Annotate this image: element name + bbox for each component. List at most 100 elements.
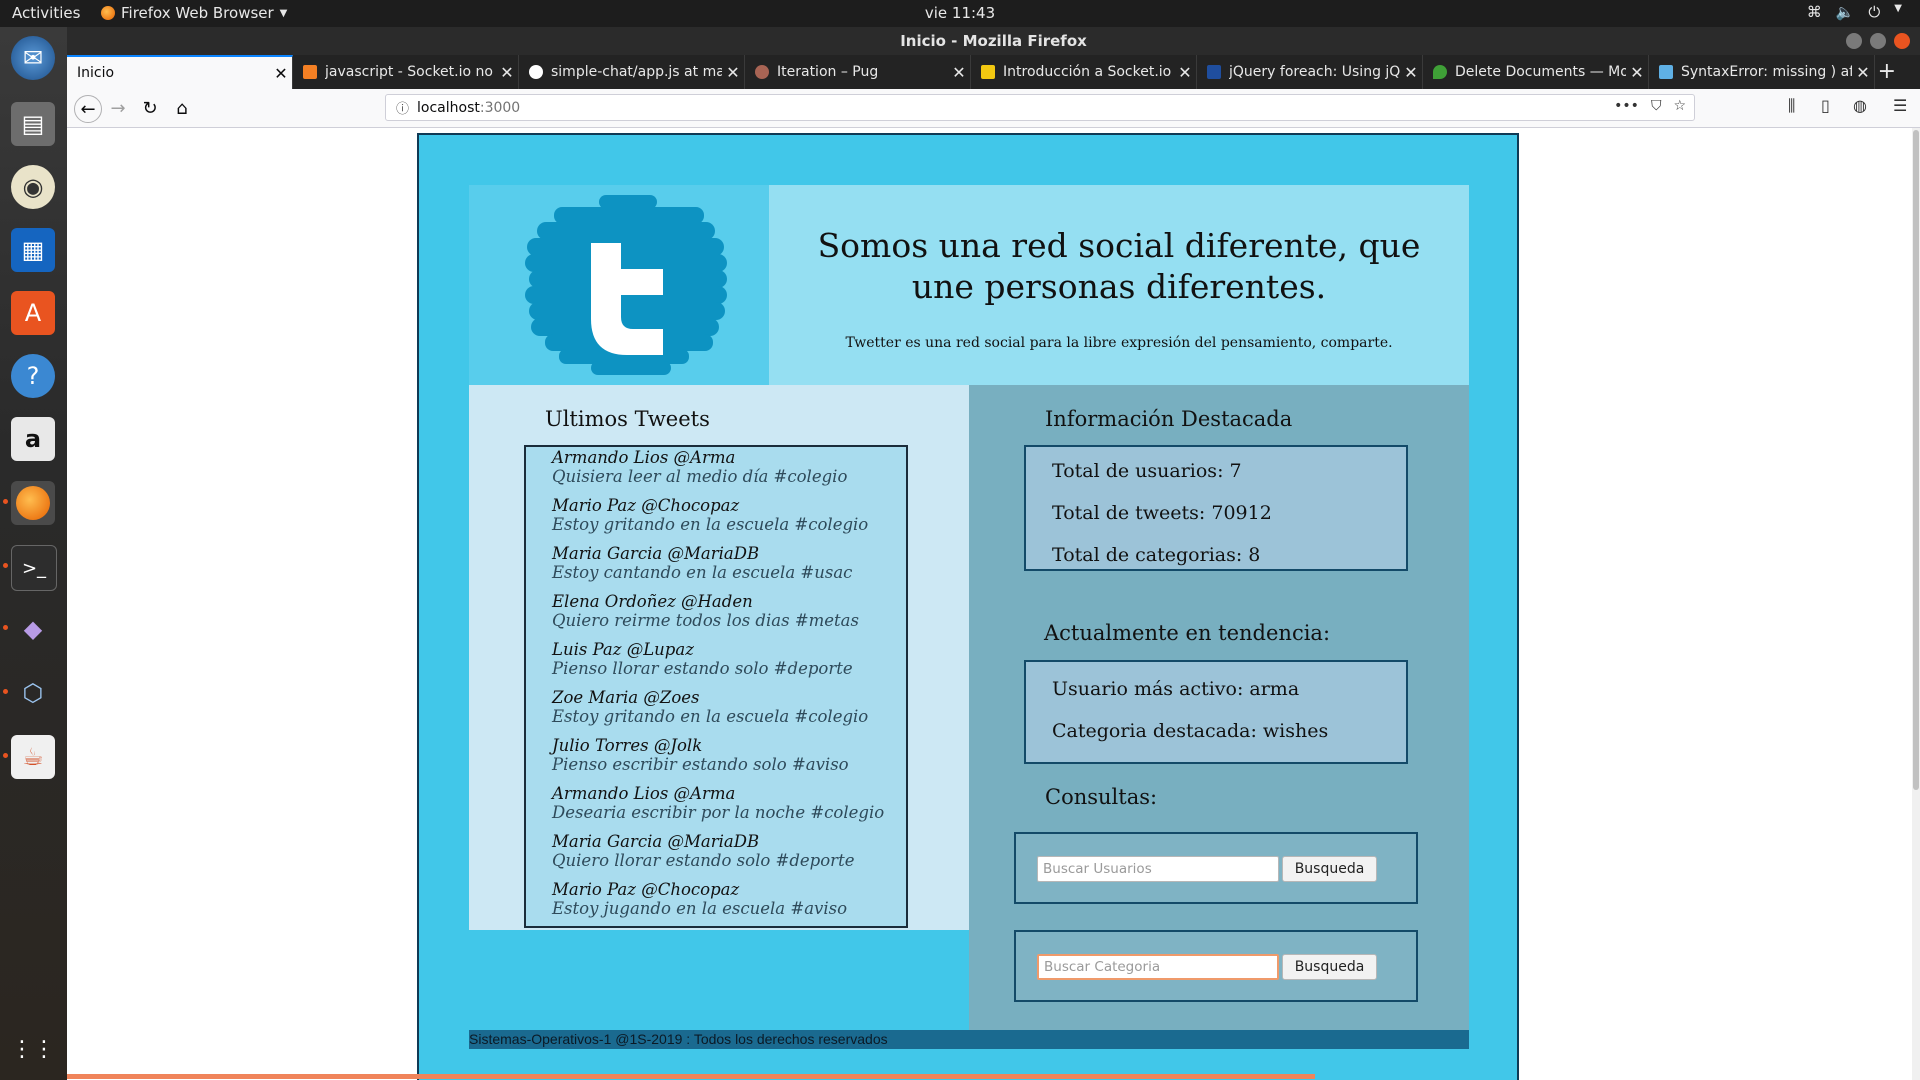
tweet-item: Maria Garcia @MariaDB Estoy cantando en l… — [552, 544, 906, 582]
close-tab-icon[interactable]: ✕ — [1400, 63, 1422, 82]
bookmark-star-icon[interactable]: ☆ — [1673, 98, 1686, 114]
tab-simple-chat[interactable]: simple-chat/app.js at ma ✕ — [519, 55, 745, 89]
tweet-item: Mario Paz @Chocopaz Estoy jugando en la e… — [552, 880, 906, 918]
tweet-item: Armando Lios @Arma Quisiera leer al medio… — [552, 448, 906, 486]
close-tab-icon[interactable]: ✕ — [722, 63, 744, 82]
category-query-form: Busqueda — [1014, 930, 1418, 1002]
close-tab-icon[interactable]: ✕ — [1626, 63, 1648, 82]
close-window-button[interactable] — [1894, 33, 1910, 49]
tweet-author: Zoe Maria @Zoes — [552, 688, 700, 707]
atom-icon[interactable]: ◆ — [11, 607, 55, 651]
forward-button[interactable]: → — [105, 95, 131, 121]
scrollbar-thumb[interactable] — [1913, 130, 1919, 790]
header-subtitle: Twetter es una red social para la libre … — [845, 335, 1393, 351]
virtualbox-icon[interactable]: ⬡ — [11, 671, 55, 715]
close-tab-icon[interactable]: ✕ — [270, 64, 292, 83]
amazon-icon[interactable]: a — [11, 417, 55, 461]
tab-syntax-error[interactable]: SyntaxError: missing ) af ✕ — [1649, 55, 1875, 89]
tweet-item: Julio Torres @Jolk Pienso escribir estand… — [552, 736, 906, 774]
hamburger-menu-icon[interactable]: ☰ — [1893, 96, 1907, 115]
running-indicator — [3, 499, 8, 504]
reload-button[interactable]: ↻ — [137, 95, 163, 121]
window-title-bar: Inicio - Mozilla Firefox — [67, 27, 1920, 55]
close-tab-icon[interactable]: ✕ — [948, 63, 970, 82]
tweet-author: Armando Lios @Arma — [552, 784, 736, 803]
caret-down-icon[interactable]: ▼ — [1894, 3, 1902, 21]
site-header: Somos una red social diferente, que une … — [469, 185, 1469, 385]
stats-box: Total de usuarios: 7 Total de tweets: 70… — [1024, 445, 1408, 571]
tab-label: simple-chat/app.js at ma — [551, 64, 722, 80]
close-tab-icon[interactable]: ✕ — [1852, 63, 1874, 82]
sidebar-icon[interactable]: ▯ — [1821, 96, 1830, 115]
trending-title: Actualmente en tendencia: — [1044, 621, 1331, 645]
network-icon[interactable]: ⌘ — [1807, 3, 1822, 21]
search-users-input[interactable] — [1037, 856, 1279, 882]
tab-inicio[interactable]: Inicio ✕ — [67, 55, 293, 89]
trending-box: Usuario más activo: arma Categoria desta… — [1024, 660, 1408, 764]
tweet-text: Estoy gritando en la escuela #colegio — [552, 515, 869, 534]
page-actions-icon[interactable]: ••• — [1614, 98, 1639, 114]
show-applications-icon[interactable]: ⋮⋮ — [11, 1027, 55, 1071]
crown-favicon-icon — [981, 65, 995, 79]
tweet-item: Zoe Maria @Zoes Estoy gritando en la escu… — [552, 688, 906, 726]
maximize-button[interactable] — [1870, 33, 1886, 49]
tweet-text: Quiero reirme todos los dias #metas — [552, 611, 859, 630]
new-tab-button[interactable]: + — [1878, 59, 1896, 84]
software-center-icon[interactable]: A — [11, 291, 55, 335]
volume-icon[interactable]: 🔈 — [1836, 3, 1855, 21]
tweet-text: Quiero llorar estando solo #deporte — [552, 851, 855, 870]
back-button[interactable]: ← — [74, 95, 102, 123]
clock[interactable]: vie 11:43 — [0, 4, 1920, 22]
tab-label: Introducción a Socket.io — [1003, 64, 1172, 80]
close-tab-icon[interactable]: ✕ — [496, 63, 518, 82]
search-category-input[interactable] — [1037, 954, 1279, 980]
tweet-author: Armando Lios @Arma — [552, 448, 736, 467]
twetter-logo-icon — [525, 195, 727, 375]
tab-intro-socketio[interactable]: Introducción a Socket.io ✕ — [971, 55, 1197, 89]
tab-label: Inicio — [77, 65, 115, 81]
system-tray[interactable]: ⌘ 🔈 ⏻ ▼ — [1807, 3, 1902, 21]
tweet-text: Pienso llorar estando solo #deporte — [552, 659, 853, 678]
rhythmbox-icon[interactable]: ◉ — [11, 165, 55, 209]
mongodb-favicon-icon — [1433, 65, 1447, 79]
tab-label: Iteration – Pug — [777, 64, 879, 80]
tab-socketio-question[interactable]: javascript - Socket.io no ✕ — [293, 55, 519, 89]
tweet-list: Armando Lios @Arma Quisiera leer al medio… — [524, 445, 908, 928]
firefox-icon[interactable] — [11, 481, 55, 525]
navigation-toolbar: ← → ↻ ⌂ ⓘ localhost:3000 ••• ⛉ ☆ ⫼ ▯ ◍ ☰ — [67, 89, 1920, 128]
home-button[interactable]: ⌂ — [169, 95, 195, 121]
library-icon[interactable]: ⫼ — [1788, 96, 1795, 116]
top-category: Categoria destacada: wishes — [1052, 720, 1329, 742]
tab-iteration-pug[interactable]: Iteration – Pug ✕ — [745, 55, 971, 89]
latest-tweets-title: Ultimos Tweets — [545, 407, 710, 431]
extension-icon[interactable]: ◍ — [1853, 96, 1867, 115]
tweet-author: Mario Paz @Chocopaz — [552, 880, 740, 899]
url-port: :3000 — [479, 99, 521, 116]
latest-tweets-panel: Ultimos Tweets Armando Lios @Arma Quisier… — [469, 385, 969, 930]
pocket-icon[interactable]: ⛉ — [1651, 98, 1662, 114]
java-icon[interactable]: ☕ — [11, 735, 55, 779]
close-tab-icon[interactable]: ✕ — [1174, 63, 1196, 82]
minimize-button[interactable] — [1846, 33, 1862, 49]
files-icon[interactable]: ▤ — [11, 102, 55, 146]
running-indicator — [3, 689, 8, 694]
site-info-icon[interactable]: ⓘ — [396, 98, 409, 117]
thunderbird-icon[interactable]: ✉ — [11, 36, 55, 80]
site-container: Somos una red social diferente, que une … — [417, 133, 1519, 1080]
tweet-text: Estoy jugando en la escuela #aviso — [552, 899, 848, 918]
search-category-button[interactable]: Busqueda — [1282, 954, 1377, 980]
terminal-icon[interactable]: >_ — [11, 545, 57, 591]
tweet-author: Elena Ordoñez @Haden — [552, 592, 753, 611]
power-icon[interactable]: ⏻ — [1868, 3, 1880, 21]
window-title: Inicio - Mozilla Firefox — [900, 32, 1087, 50]
writer-icon[interactable]: ▦ — [11, 228, 55, 272]
url-bar[interactable]: ⓘ localhost:3000 ••• ⛉ ☆ — [385, 94, 1695, 121]
system-top-bar: Activities Firefox Web Browser ▼ vie 11:… — [0, 0, 1920, 27]
tab-label: SyntaxError: missing ) af — [1681, 64, 1852, 80]
page-scrollbar[interactable] — [1912, 128, 1920, 1080]
help-icon[interactable]: ? — [11, 354, 55, 398]
tweet-item: Armando Lios @Arma Desearia escribir por … — [552, 784, 906, 822]
search-users-button[interactable]: Busqueda — [1282, 856, 1377, 882]
tab-jquery-foreach[interactable]: jQuery foreach: Using jQ ✕ — [1197, 55, 1423, 89]
tab-delete-documents[interactable]: Delete Documents — Mo ✕ — [1423, 55, 1649, 89]
